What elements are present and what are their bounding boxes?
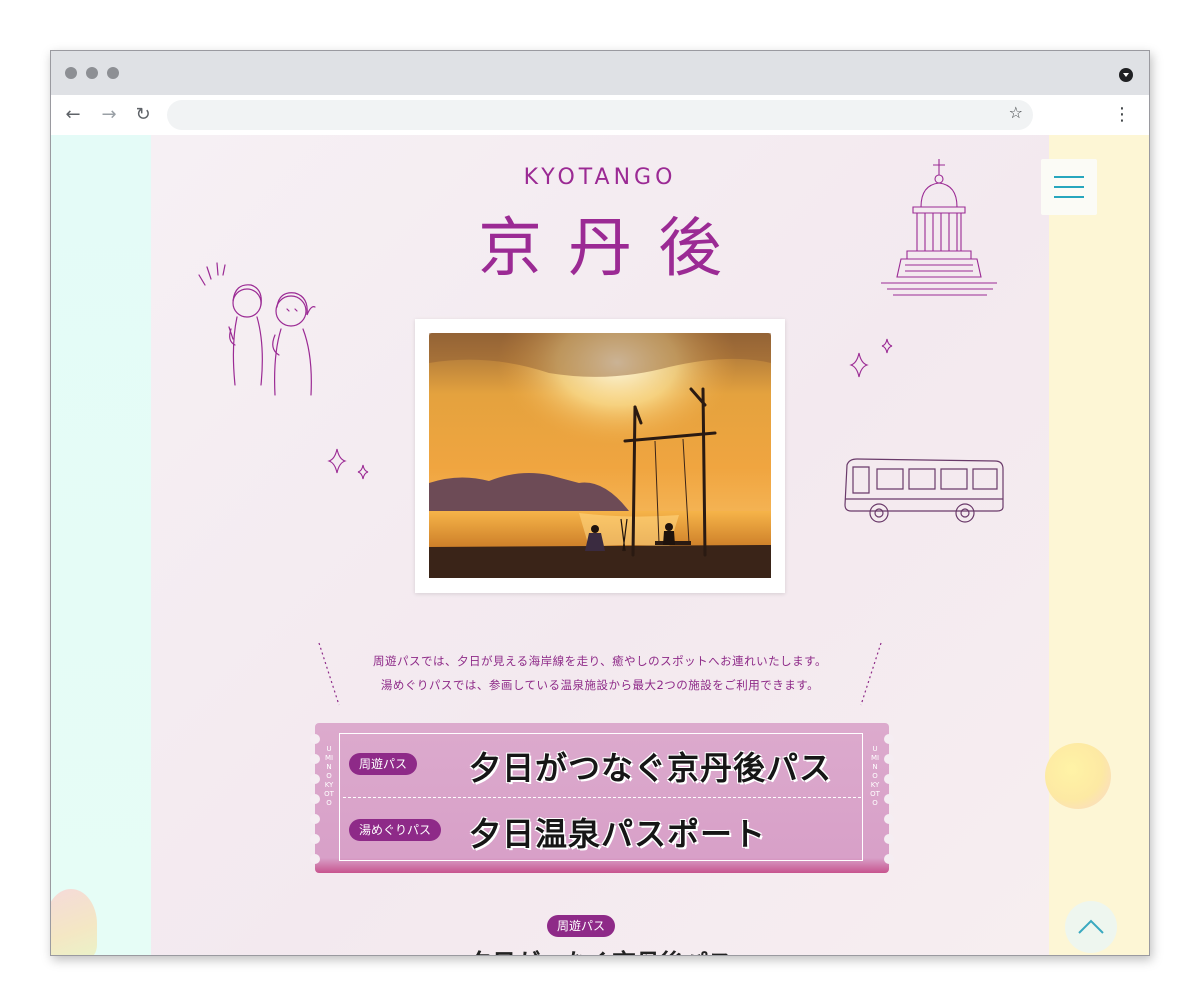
hamburger-line — [1054, 176, 1084, 178]
hamburger-line — [1054, 196, 1084, 198]
section-title: 夕日がつなぐ京丹後パス — [151, 943, 1049, 955]
browser-profile-dropdown-icon[interactable] — [1119, 68, 1133, 82]
hero-photo-frame — [415, 319, 785, 593]
left-gradient-panel — [51, 135, 151, 955]
address-bar[interactable]: ☆ — [167, 100, 1033, 130]
reload-icon[interactable]: ↻ — [131, 103, 155, 127]
pass1-badge: 周遊パス — [349, 753, 418, 775]
observatory-illustration — [881, 159, 997, 296]
window-maximize-dot[interactable] — [107, 67, 119, 79]
scroll-to-top-button[interactable] — [1065, 901, 1117, 953]
browser-window: ← → ↻ ☆ ⋮ KYOTANGO 京丹後 周遊パスでは、夕日が見える海岸線を… — [50, 50, 1150, 956]
section-badge-label: 周遊パス — [557, 919, 606, 933]
ticket-side-text-left: UMI NO KYOTO — [324, 745, 334, 807]
main-column: KYOTANGO 京丹後 周遊パスでは、夕日が見える海岸線を走り、癒やしのスポッ… — [151, 135, 1097, 955]
pass1-title[interactable]: 夕日がつなぐ京丹後パス — [469, 743, 832, 789]
sparkle-icon — [849, 338, 893, 378]
pass2-title[interactable]: 夕日温泉パスポート — [469, 809, 766, 855]
browser-titlebar — [51, 51, 1149, 95]
window-close-dot[interactable] — [65, 67, 77, 79]
page-content: KYOTANGO 京丹後 周遊パスでは、夕日が見える海岸線を走り、癒やしのスポッ… — [51, 135, 1149, 955]
kebab-menu-icon[interactable]: ⋮ — [1113, 103, 1131, 127]
sunset-swing-photo — [429, 333, 771, 578]
window-minimize-dot[interactable] — [86, 67, 98, 79]
section-badge: 周遊パス — [547, 915, 616, 937]
decorative-blob-right — [1045, 743, 1111, 809]
women-illustration — [198, 262, 316, 396]
pass-ticket[interactable]: UMI NO KYOTO UMI NO KYOTO 周遊パス 夕日がつなぐ京丹後… — [309, 723, 895, 875]
chevron-up-icon — [1078, 919, 1104, 934]
intro-line-1: 周遊パスでは、夕日が見える海岸線を走り、癒やしのスポットへお連れいたします。 — [372, 654, 828, 668]
browser-toolbar: ← → ↻ ☆ ⋮ — [51, 95, 1149, 135]
bus-illustration — [844, 458, 1004, 523]
right-gradient-panel — [1049, 135, 1149, 955]
ticket-side-text-right: UMI NO KYOTO — [870, 745, 880, 807]
back-arrow-icon[interactable]: ← — [61, 103, 85, 127]
hamburger-menu-button[interactable] — [1041, 159, 1097, 215]
pass1-badge-label: 周遊パス — [359, 757, 408, 771]
forward-arrow-icon[interactable]: → — [97, 103, 121, 127]
intro-text: 周遊パスでは、夕日が見える海岸線を走り、癒やしのスポットへお連れいたします。 湯… — [151, 649, 1049, 697]
sparkle-icon — [327, 448, 369, 480]
ticket-divider — [343, 797, 861, 798]
star-icon[interactable]: ☆ — [1009, 103, 1023, 122]
hamburger-line — [1054, 186, 1084, 188]
pass2-badge: 湯めぐりパス — [349, 819, 442, 841]
pass2-badge-label: 湯めぐりパス — [359, 823, 432, 837]
intro-line-2: 湯めぐりパスでは、参画している温泉施設から最大2つの施設をご利用できます。 — [380, 678, 820, 692]
